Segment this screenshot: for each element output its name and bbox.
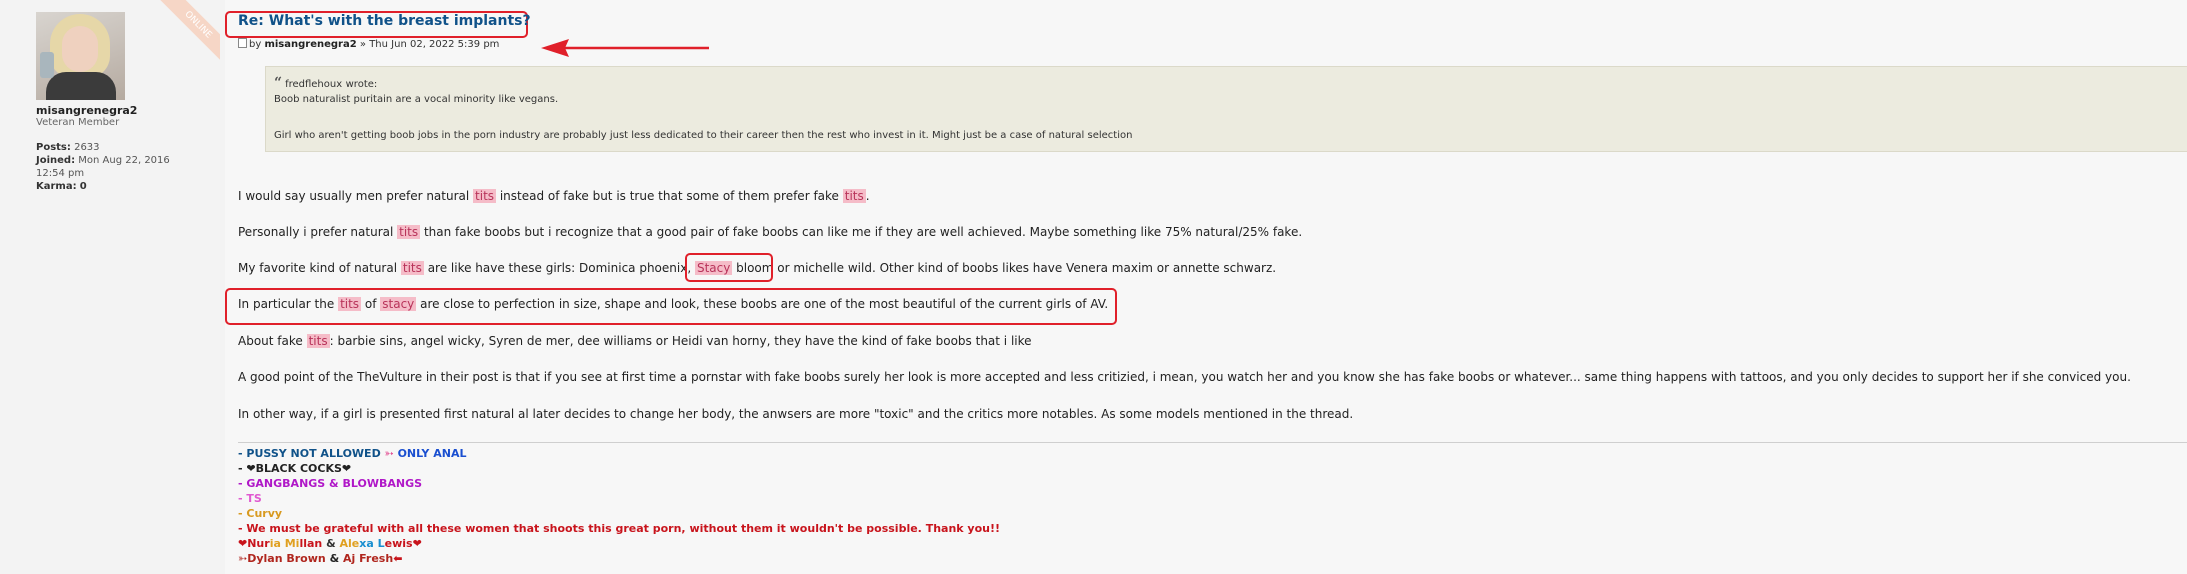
annotation-stacy-box: [685, 253, 773, 282]
signature-line-1: - PUSSY NOT ALLOWED ➳ ONLY ANAL: [238, 447, 467, 460]
post-profile: ONLINE misangrenegra2 Veteran Member Pos…: [0, 0, 220, 574]
quote-block: “fredflehoux wrote: Boob naturalist puri…: [265, 66, 2187, 152]
keyword-highlight[interactable]: tits: [306, 334, 330, 348]
post-date: Thu Jun 02, 2022 5:39 pm: [369, 39, 500, 50]
signature-line-5: - Curvy: [238, 507, 283, 520]
quote-mark-icon: “: [274, 75, 283, 91]
profile-stats: Posts: 2633 Joined: Mon Aug 22, 2016 12:…: [36, 141, 196, 193]
signature-line-7: ❤Nuria Millan & Alexa Lewis❤: [238, 537, 422, 550]
separator: »: [359, 39, 367, 50]
keyword-highlight[interactable]: tits: [473, 189, 497, 203]
karma-label: Karma:: [36, 181, 77, 192]
profile-username[interactable]: misangrenegra2: [36, 104, 137, 117]
profile-rank: Veteran Member: [36, 117, 120, 128]
paragraph-5: About fake tits: barbie sins, angel wick…: [238, 334, 1032, 348]
post-author-line: by misangrenegra2 » Thu Jun 02, 2022 5:3…: [238, 38, 499, 50]
posts-count[interactable]: 2633: [74, 142, 99, 153]
quote-author[interactable]: fredflehoux: [285, 79, 342, 90]
online-badge: ONLINE: [150, 0, 220, 70]
quote-line-1: Boob naturalist puritain are a vocal min…: [274, 94, 559, 105]
quote-line-2: Girl who aren't getting boob jobs in the…: [274, 130, 1133, 141]
signature-line-2: - ❤BLACK COCKS❤: [238, 462, 352, 475]
post-title[interactable]: Re: What's with the breast implants?: [238, 13, 531, 29]
signature-line-8: ➳Dylan Brown & Aj Fresh⬅: [238, 552, 403, 565]
karma-value: 0: [79, 181, 87, 192]
quote-wrote: wrote:: [345, 79, 378, 90]
posts-label: Posts:: [36, 142, 71, 153]
post-author[interactable]: misangrenegra2: [264, 39, 356, 50]
keyword-highlight[interactable]: tits: [397, 225, 421, 239]
post-body: Re: What's with the breast implants? by …: [225, 0, 2187, 574]
quote-cite: “fredflehoux wrote:: [274, 75, 377, 91]
signature-line-6: - We must be grateful with all these wom…: [238, 522, 1001, 535]
paragraph-1: I would say usually men prefer natural t…: [238, 189, 870, 203]
annotation-paragraph-box: [225, 288, 1117, 325]
forum-post: ONLINE misangrenegra2 Veteran Member Pos…: [0, 0, 2187, 574]
signature-divider: [238, 442, 2187, 443]
annotation-arrow-icon: [541, 39, 709, 57]
by-label: by: [249, 39, 262, 50]
paragraph-2: Personally i prefer natural tits than fa…: [238, 225, 1303, 239]
joined-label: Joined:: [36, 155, 76, 166]
signature-line-4: - TS: [238, 492, 262, 505]
avatar[interactable]: [36, 12, 125, 100]
keyword-highlight[interactable]: tits: [842, 189, 866, 203]
signature-line-3: - GANGBANGS & BLOWBANGS: [238, 477, 423, 490]
keyword-highlight[interactable]: tits: [400, 261, 424, 275]
paragraph-6: A good point of the TheVulture in their …: [238, 370, 2131, 384]
paragraph-7: In other way, if a girl is presented fir…: [238, 407, 1354, 421]
post-link-icon[interactable]: [238, 38, 247, 48]
